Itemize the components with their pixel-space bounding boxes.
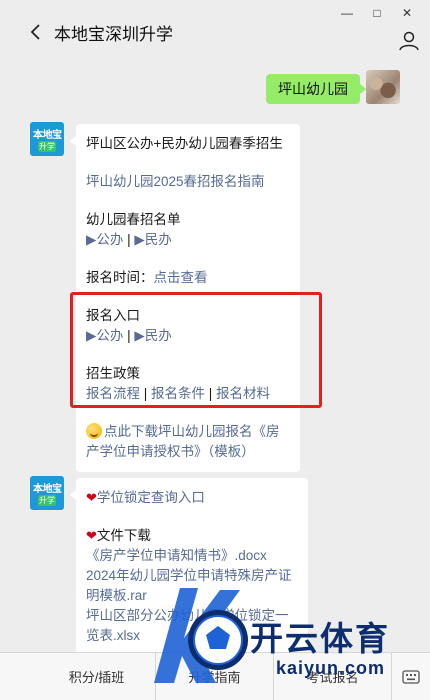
back-arrow-icon[interactable] [26,20,46,44]
keyboard-toggle[interactable] [0,653,38,700]
list-title: 幼儿园春招名单 [86,212,181,227]
entry-links-row: ▶公办 | ▶民办 [86,326,290,346]
avatar-logo-badge: 升学 [38,141,56,152]
download-link[interactable]: 点此下载坪山幼儿园报名《房产学位申请授权书》（模板） [86,422,290,462]
time-label: 报名时间： [86,270,154,285]
lock-query-text: 学位锁定查询入口 [96,490,205,505]
list-links-row: ▶公办 | ▶民办 [86,230,290,250]
menu-tab-guide[interactable]: 升学指南 [156,653,274,700]
separator: | [123,328,135,343]
heart-icon: ❤ [86,528,97,543]
profile-icon[interactable] [398,30,420,52]
file-link-2-line2: 明模板.rar [86,588,147,603]
smile-emoji-icon [86,423,102,439]
official-account-avatar[interactable]: 本地宝 升学 [30,476,64,510]
official-account-avatar[interactable]: 本地宝 升学 [30,122,64,156]
download-link-line1: 点此下载坪山幼儿园报名《房 [104,424,280,439]
keyboard-icon [402,669,420,684]
reply-heading: 坪山区公办+民办幼儿园春季招生 [86,136,283,151]
user-message-bubble[interactable]: 坪山幼儿园 [266,74,366,104]
policy-process-link[interactable]: 报名流程 [86,386,140,401]
file-download-title-row: ❤文件下载 [86,526,298,546]
list-public-link[interactable]: ▶公办 [86,232,123,247]
minimize-button[interactable]: — [332,4,362,22]
avatar-logo-text: 本地宝 [33,130,62,141]
lock-query-link[interactable]: ❤学位锁定查询入口 [86,488,298,508]
user-avatar[interactable] [366,70,400,104]
chat-area[interactable]: 坪山幼儿园 本地宝 升学 坪山区公办+民办幼儿园春季招生 坪山幼儿园2025春招… [0,62,430,652]
separator: | [140,386,152,401]
file-download-title: 文件下载 [96,528,151,543]
time-row: 报名时间：点击查看 [86,268,290,288]
menu-tab-points[interactable]: 积分/插班 [38,653,156,700]
list-private-link[interactable]: ▶民办 [134,232,171,247]
title-bar: 本地宝深圳升学 — □ ✕ [0,0,430,62]
window-controls: — □ ✕ [332,4,422,22]
file-link-2[interactable]: 2024年幼儿园学位申请特殊房产证 明模板.rar [86,566,298,606]
heart-icon: ❤ [86,490,97,505]
watermark-brand-cn: 开云体育 [250,620,390,657]
separator: | [123,232,135,247]
keyboard-button[interactable] [392,653,430,700]
guide-link[interactable]: 坪山幼儿园2025春招报名指南 [86,172,290,192]
chat-title: 本地宝深圳升学 [54,25,173,44]
policy-conditions-link[interactable]: 报名条件 [151,386,205,401]
download-link-line2: 产学位申请授权书》（模板） [86,444,255,459]
policy-links-row: 报名流程 | 报名条件 | 报名材料 [86,384,290,404]
policy-materials-link[interactable]: 报名材料 [216,386,270,401]
avatar-logo-text: 本地宝 [33,484,62,495]
avatar-logo-badge: 升学 [38,495,56,506]
policy-title: 招生政策 [86,366,140,381]
entry-private-link[interactable]: ▶民办 [134,328,171,343]
entry-public-link[interactable]: ▶公办 [86,328,123,343]
watermark-brand-en: kaiyun.com [276,658,386,678]
file-link-3-line2: 览表.xlsx [86,628,140,643]
maximize-button[interactable]: □ [362,4,392,22]
close-button[interactable]: ✕ [392,4,422,22]
entry-title: 报名入口 [86,308,140,323]
reply-bubble-1: 坪山区公办+民办幼儿园春季招生 坪山幼儿园2025春招报名指南 幼儿园春招名单 … [70,124,300,472]
separator: | [205,386,217,401]
file-link-1[interactable]: 《房产学位申请知情书》.docx [86,546,298,566]
time-link[interactable]: 点击查看 [154,270,208,285]
file-link-2-line1: 2024年幼儿园学位申请特殊房产证 [86,568,292,583]
